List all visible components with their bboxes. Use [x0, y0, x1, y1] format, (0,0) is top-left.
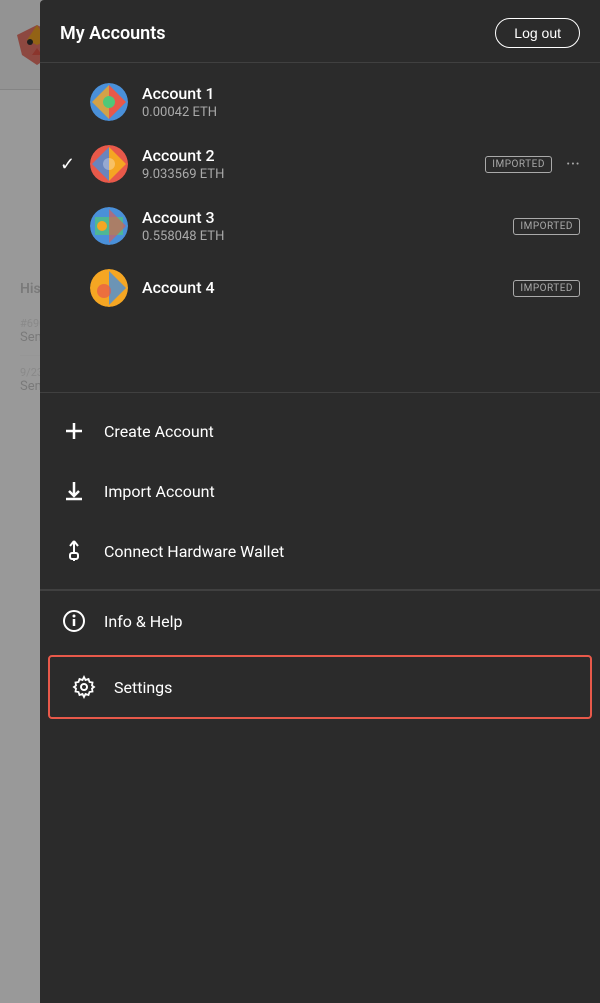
- account-item-2[interactable]: ✓ Account 2 9.033569 ETH IMPORTED ···: [40, 133, 600, 195]
- account-avatar-1: [90, 83, 128, 121]
- import-account-item[interactable]: Import Account: [40, 461, 600, 521]
- info-help-label: Info & Help: [104, 612, 183, 631]
- account-avatar-4: [90, 269, 128, 307]
- info-icon: [60, 607, 88, 635]
- account-balance-1: 0.00042 ETH: [142, 105, 580, 120]
- menu-actions: Create Account Import Account: [40, 393, 600, 590]
- panel-header: My Accounts Log out: [40, 0, 600, 63]
- account-item-4[interactable]: ✓ Account 4 IMPORTED: [40, 257, 600, 319]
- account-balance-3: 0.558048 ETH: [142, 229, 499, 244]
- accounts-panel: My Accounts Log out ✓ Account 1 0.00042 …: [40, 0, 600, 1003]
- logout-button[interactable]: Log out: [495, 18, 580, 48]
- account-name-2: Account 2: [142, 146, 471, 165]
- import-icon: [60, 477, 88, 505]
- selected-check-2: ✓: [60, 154, 76, 175]
- account-item-1[interactable]: ✓ Account 1 0.00042 ETH: [40, 71, 600, 133]
- connect-hardware-item[interactable]: Connect Hardware Wallet: [40, 521, 600, 581]
- account-info-4: Account 4: [142, 278, 499, 299]
- create-account-label: Create Account: [104, 422, 214, 441]
- account-avatar-2: [90, 145, 128, 183]
- imported-badge-2: IMPORTED: [485, 156, 552, 173]
- gear-icon: [70, 673, 98, 701]
- create-account-item[interactable]: Create Account: [40, 401, 600, 461]
- account-list: ✓ Account 1 0.00042 ETH ✓: [40, 63, 600, 393]
- account-info-1: Account 1 0.00042 ETH: [142, 84, 580, 120]
- imported-badge-4: IMPORTED: [513, 280, 580, 297]
- info-help-item[interactable]: Info & Help: [40, 591, 600, 651]
- plus-icon: [60, 417, 88, 445]
- account-balance-2: 9.033569 ETH: [142, 167, 471, 182]
- account-info-3: Account 3 0.558048 ETH: [142, 208, 499, 244]
- imported-badge-3: IMPORTED: [513, 218, 580, 235]
- connect-hardware-label: Connect Hardware Wallet: [104, 542, 284, 561]
- settings-item[interactable]: Settings: [48, 655, 592, 719]
- account-item-3[interactable]: ✓ Account 3 0.558048 ETH IMPORTED: [40, 195, 600, 257]
- settings-label: Settings: [114, 678, 172, 697]
- import-account-label: Import Account: [104, 482, 215, 501]
- panel-title: My Accounts: [60, 23, 166, 44]
- account-name-1: Account 1: [142, 84, 580, 103]
- usb-icon: [60, 537, 88, 565]
- account-name-3: Account 3: [142, 208, 499, 227]
- account-info-2: Account 2 9.033569 ETH: [142, 146, 471, 182]
- more-options-2[interactable]: ···: [566, 154, 580, 175]
- account-name-4: Account 4: [142, 278, 499, 297]
- account-avatar-3: [90, 207, 128, 245]
